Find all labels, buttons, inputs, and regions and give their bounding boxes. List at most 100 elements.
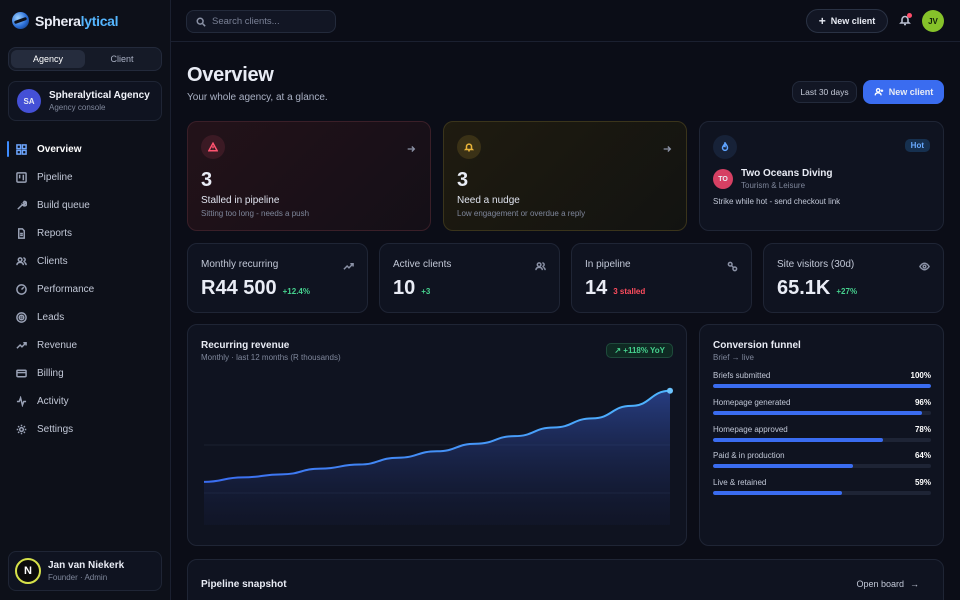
funnel-row: Paid & in production 64% [713, 451, 931, 468]
kanban-icon [16, 171, 27, 183]
funnel-bar [713, 491, 842, 495]
org-switcher[interactable]: SA Spheralytical Agency Agency console [8, 81, 162, 121]
gear-icon [16, 424, 27, 434]
sidebar-item-performance[interactable]: Performance [8, 275, 164, 303]
hot-client-category: Tourism & Leisure [741, 181, 806, 190]
account-avatar[interactable]: JV [922, 10, 944, 32]
notifications-button[interactable] [899, 13, 913, 27]
stat-active-clients: Active clients 10 +3 [379, 243, 560, 313]
stat-value: 65.1K [777, 277, 831, 299]
funnel-label: Homepage approved [713, 425, 788, 434]
funnel-value: 78% [914, 425, 931, 434]
sidebar-item-label: Settings [37, 423, 74, 435]
funnel-value: 100% [910, 371, 931, 380]
funnel-value: 96% [914, 398, 931, 407]
arrow-right-icon [406, 141, 416, 152]
stat-label: Site visitors (30d) [777, 259, 855, 270]
sidebar-item-clients[interactable]: Clients [8, 247, 164, 275]
page-subtitle: Your whole agency, at a glance. [187, 92, 328, 103]
funnel-row: Homepage generated 96% [713, 398, 931, 415]
sidebar-item-label: Performance [37, 283, 95, 295]
funnel-subtitle: Brief → live [713, 353, 754, 362]
date-range-button[interactable]: Last 30 days [792, 81, 857, 103]
gauge-icon [16, 283, 27, 295]
brand-name: Spheralytical [35, 12, 119, 29]
target-icon [16, 311, 27, 323]
hot-client-name[interactable]: Two Oceans Diving [741, 168, 833, 179]
conversion-funnel-card: Conversion funnel Brief → live Briefs su… [699, 324, 944, 546]
hot-badge: Hot [904, 139, 930, 152]
new-client-button[interactable]: New client [863, 80, 944, 104]
trending-up-icon [343, 259, 354, 277]
sidebar-item-activity[interactable]: Activity [8, 387, 164, 415]
yoy-value: +118% YoY [623, 346, 665, 355]
topbar-new-client-label: New client [830, 16, 876, 26]
eye-icon [919, 259, 930, 277]
funnel-row: Homepage approved 78% [713, 425, 931, 442]
page-title: Overview [187, 64, 274, 86]
stalled-sub: Sitting too long - needs a push [201, 209, 310, 218]
sidebar-item-settings[interactable]: Settings [8, 415, 164, 443]
toggle-client[interactable]: Client [85, 50, 159, 68]
user-card[interactable]: N Jan van Niekerk Founder · Admin [8, 551, 162, 591]
funnel-bar [713, 438, 884, 442]
funnel-label: Briefs submitted [713, 371, 771, 380]
stat-label: In pipeline [585, 259, 631, 270]
funnel-label: Paid & in production [713, 451, 785, 460]
sidebar: Spheralytical Agency Client SA Spheralyt… [0, 0, 171, 600]
trending-up-icon [16, 341, 27, 349]
new-client-label: New client [888, 87, 934, 97]
wrench-icon [17, 200, 27, 210]
funnel-row: Briefs submitted 100% [713, 371, 931, 388]
sidebar-item-overview[interactable]: Overview [7, 135, 164, 163]
funnel-bar [713, 464, 853, 468]
stat-label: Active clients [393, 259, 452, 270]
stalled-card[interactable]: 3 Stalled in pipeline Sitting too long -… [187, 121, 431, 231]
nudge-label: Need a nudge [457, 195, 520, 206]
mode-toggle: Agency Client [8, 47, 162, 71]
search-input[interactable]: Search clients... [186, 10, 336, 33]
sidebar-item-revenue[interactable]: Revenue [8, 331, 164, 359]
pipeline-snapshot-card: Pipeline snapshot Open board → [187, 559, 944, 600]
credit-card-icon [16, 369, 27, 377]
revenue-area [204, 390, 670, 525]
open-board-link[interactable]: Open board → [856, 579, 919, 589]
search-icon [196, 17, 206, 27]
hot-lead-card[interactable]: Hot TO Two Oceans Diving Tourism & Leisu… [699, 121, 944, 231]
sidebar-item-reports[interactable]: Reports [8, 219, 164, 247]
sidebar-item-leads[interactable]: Leads [8, 303, 164, 331]
sidebar-item-label: Revenue [37, 339, 78, 351]
nudge-card[interactable]: 3 Need a nudge Low engagement or overdue… [443, 121, 687, 231]
open-board-label: Open board [856, 579, 904, 589]
brand-logo[interactable]: Spheralytical [12, 12, 119, 29]
sidebar-item-billing[interactable]: Billing [8, 359, 164, 387]
sidebar-item-pipeline[interactable]: Pipeline [8, 163, 164, 191]
revenue-chart-card: Recurring revenue Monthly · last 12 mont… [187, 324, 687, 546]
app-root: Spheralytical Agency Client SA Spheralyt… [0, 0, 960, 600]
stat-monthly-recurring: Monthly recurring R44 500 +12.4% [187, 243, 368, 313]
revenue-point [667, 387, 673, 394]
stat-delta: +27% [836, 287, 858, 296]
sidebar-item-build-queue[interactable]: Build queue [8, 191, 164, 219]
sidebar-item-label: Reports [37, 227, 73, 239]
topbar: Search clients... + New client JV [171, 0, 960, 42]
link-icon [727, 259, 738, 277]
funnel-label: Live & retained [713, 478, 767, 487]
document-icon [18, 227, 25, 239]
stat-value: 10 [393, 277, 416, 299]
topbar-new-client-button[interactable]: + New client [806, 9, 888, 33]
client-avatar: TO [713, 169, 733, 189]
stalled-label: Stalled in pipeline [201, 195, 280, 206]
stat-value: 14 [585, 277, 608, 299]
sidebar-item-label: Overview [37, 143, 82, 155]
warning-icon [201, 135, 225, 159]
hot-note: Strike while hot - send checkout link [713, 197, 841, 206]
nudge-sub: Low engagement or overdue a reply [457, 209, 586, 218]
bell-icon [457, 135, 481, 159]
toggle-agency[interactable]: Agency [11, 50, 85, 68]
funnel-title: Conversion funnel [713, 340, 801, 351]
org-subtitle: Agency console [49, 103, 106, 112]
user-name: Jan van Niekerk [48, 560, 125, 571]
funnel-value: 64% [914, 451, 931, 460]
sidebar-nav: Overview Pipeline Build queue Reports Cl… [7, 135, 164, 443]
